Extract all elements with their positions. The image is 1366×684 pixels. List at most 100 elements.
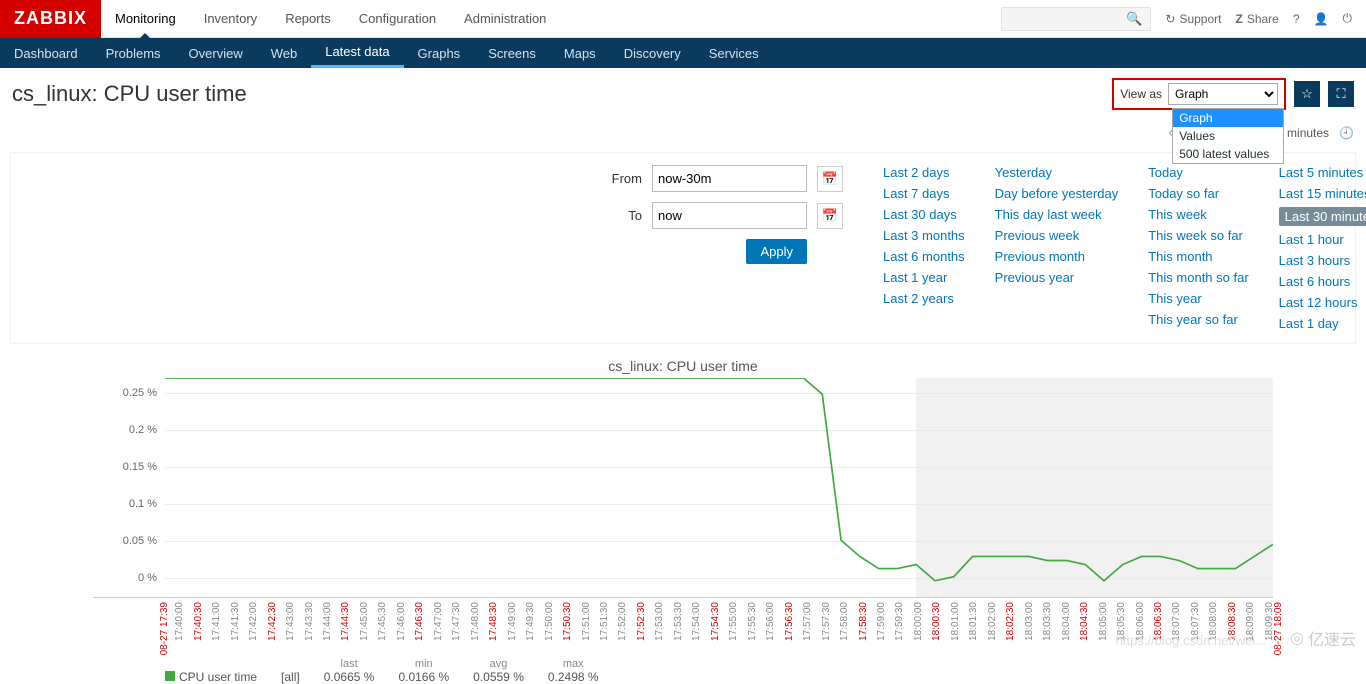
quick-link[interactable]: Day before yesterday [995, 186, 1119, 201]
quick-link[interactable]: Today so far [1148, 186, 1248, 201]
quick-link[interactable]: This week so far [1148, 228, 1248, 243]
x-tick: 17:43:30 [304, 602, 315, 641]
quick-link[interactable]: Last 3 hours [1279, 253, 1366, 268]
x-tick: 17:40:30 [193, 602, 204, 641]
subnav-discovery[interactable]: Discovery [610, 38, 695, 68]
quick-link[interactable]: Last 15 minutes [1279, 186, 1366, 201]
user-icon[interactable]: 👤 [1314, 12, 1329, 26]
subnav-graphs[interactable]: Graphs [404, 38, 475, 68]
x-tick: 17:55:00 [728, 602, 739, 641]
x-tick: 18:01:30 [968, 602, 979, 641]
x-tick: 17:51:00 [581, 602, 592, 641]
quick-link[interactable]: Last 7 days [883, 186, 965, 201]
quick-link[interactable]: Last 6 months [883, 249, 965, 264]
quick-link[interactable]: Today [1148, 165, 1248, 180]
x-tick: 18:01:00 [950, 602, 961, 641]
subnav-services[interactable]: Services [695, 38, 773, 68]
top-menu-monitoring[interactable]: Monitoring [101, 0, 190, 38]
quick-link[interactable]: Yesterday [995, 165, 1119, 180]
top-menu-administration[interactable]: Administration [450, 0, 560, 38]
viewas-select[interactable]: Graph [1168, 83, 1278, 105]
x-tick: 17:42:30 [267, 602, 278, 641]
quick-link[interactable]: Last 12 hours [1279, 295, 1366, 310]
quick-link[interactable]: Previous year [995, 270, 1119, 285]
y-tick: 0.15 % [123, 461, 157, 473]
subnav-latest-data[interactable]: Latest data [311, 38, 403, 68]
quick-link[interactable]: Previous month [995, 249, 1119, 264]
x-tick: 17:41:00 [211, 602, 222, 641]
subnav-screens[interactable]: Screens [474, 38, 550, 68]
logo[interactable]: ZABBIX [0, 0, 101, 38]
quick-link[interactable]: Last 1 year [883, 270, 965, 285]
x-tick: 17:55:30 [747, 602, 758, 641]
search-input[interactable] [1010, 12, 1126, 26]
top-menu-inventory[interactable]: Inventory [190, 0, 271, 38]
quick-link[interactable]: This day last week [995, 207, 1119, 222]
x-tick: 18:02:30 [1005, 602, 1016, 641]
x-tick: 17:42:00 [248, 602, 259, 641]
x-tick: 08-27 18:09 [1273, 602, 1284, 655]
support-link[interactable]: ↻ Support [1165, 12, 1221, 26]
page-title: cs_linux: CPU user time [12, 81, 247, 107]
quick-link[interactable]: Last 30 minutes [1279, 207, 1366, 226]
x-tick: 17:50:30 [562, 602, 573, 641]
share-link[interactable]: Z Share [1235, 12, 1278, 26]
quick-link[interactable]: Previous week [995, 228, 1119, 243]
calendar-from-button[interactable]: 📅 [817, 166, 843, 192]
from-input[interactable] [652, 165, 807, 192]
x-tick: 17:54:00 [691, 602, 702, 641]
subnav-overview[interactable]: Overview [175, 38, 257, 68]
y-tick: 0.25 % [123, 387, 157, 399]
viewas-option[interactable]: Values [1173, 127, 1283, 145]
power-icon[interactable]: ⏻ [1343, 11, 1353, 26]
quick-link[interactable]: This month so far [1148, 270, 1248, 285]
subnav-dashboard[interactable]: Dashboard [0, 38, 92, 68]
help-link[interactable]: ? [1293, 12, 1300, 26]
top-menu-reports[interactable]: Reports [271, 0, 345, 38]
quick-link[interactable]: Last 5 minutes [1279, 165, 1366, 180]
quick-link[interactable]: Last 6 hours [1279, 274, 1366, 289]
quick-link[interactable]: Last 1 hour [1279, 232, 1366, 247]
chart-legend: CPU user time [all] last0.0665 % min0.01… [165, 658, 1273, 684]
quick-link[interactable]: This month [1148, 249, 1248, 264]
x-tick: 18:08:30 [1227, 602, 1238, 641]
x-tick: 18:05:30 [1116, 602, 1127, 641]
subnav-maps[interactable]: Maps [550, 38, 610, 68]
quick-link[interactable]: Last 2 days [883, 165, 965, 180]
x-tick: 17:41:30 [230, 602, 241, 641]
x-tick: 17:57:30 [821, 602, 832, 641]
subnav-web[interactable]: Web [257, 38, 312, 68]
viewas-option[interactable]: 500 latest values [1173, 145, 1283, 163]
top-menu-configuration[interactable]: Configuration [345, 0, 450, 38]
x-tick: 17:45:30 [377, 602, 388, 641]
clock-icon[interactable]: 🕘 [1339, 126, 1354, 140]
x-tick: 17:58:00 [839, 602, 850, 641]
from-label: From [602, 171, 642, 186]
quick-link[interactable]: Last 3 months [883, 228, 965, 243]
quick-link[interactable]: Last 30 days [883, 207, 965, 222]
search-box[interactable]: 🔍 [1001, 7, 1151, 31]
x-tick: 18:02:00 [987, 602, 998, 641]
calendar-to-button[interactable]: 📅 [817, 203, 843, 229]
x-tick: 18:07:30 [1190, 602, 1201, 641]
quick-link[interactable]: This year [1148, 291, 1248, 306]
favorite-button[interactable]: ☆ [1294, 81, 1320, 107]
fullscreen-button[interactable]: ⛶ [1328, 81, 1354, 107]
time-form: From 📅 To 📅 Apply [23, 165, 843, 331]
x-tick: 17:43:00 [285, 602, 296, 641]
y-tick: 0.1 % [129, 498, 157, 510]
x-tick: 17:47:30 [451, 602, 462, 641]
to-input[interactable] [652, 202, 807, 229]
quick-link[interactable]: Last 1 day [1279, 316, 1366, 331]
y-tick: 0.05 % [123, 535, 157, 547]
quick-link[interactable]: Last 2 years [883, 291, 965, 306]
subnav-problems[interactable]: Problems [92, 38, 175, 68]
x-tick: 17:52:30 [636, 602, 647, 641]
x-tick: 17:52:00 [617, 602, 628, 641]
viewas-option[interactable]: Graph [1173, 109, 1283, 127]
apply-button[interactable]: Apply [746, 239, 807, 264]
search-icon[interactable]: 🔍 [1126, 11, 1142, 27]
x-tick: 17:44:00 [322, 602, 333, 641]
quick-link[interactable]: This year so far [1148, 312, 1248, 327]
quick-link[interactable]: This week [1148, 207, 1248, 222]
